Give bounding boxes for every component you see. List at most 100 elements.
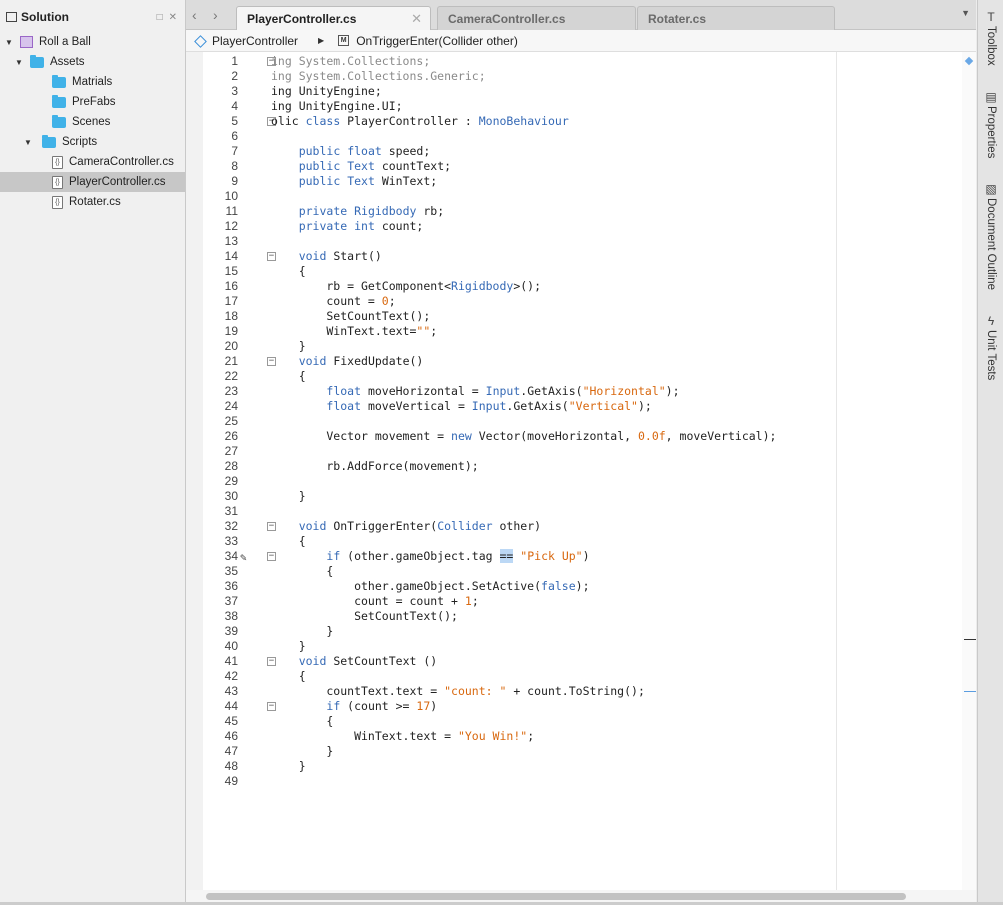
forward-icon[interactable]: › [213, 7, 218, 23]
code-line[interactable]: 23 float moveHorizontal = Input.GetAxis(… [203, 384, 976, 399]
code-line[interactable]: 5− olic class PlayerController : MonoBeha… [203, 114, 976, 129]
tree-item[interactable]: ▼ Assets [0, 52, 185, 72]
back-icon[interactable]: ‹ [192, 7, 197, 23]
lightbulb-icon[interactable]: ✎ [240, 550, 247, 565]
tree-item-label: Matrials [72, 76, 113, 88]
code-line[interactable]: 18 SetCountText(); [203, 309, 976, 324]
code-text: } [271, 759, 306, 773]
tree-item[interactable]: {} CameraController.cs [0, 152, 185, 172]
tab-playercontroller[interactable]: PlayerController.cs ✕ [236, 6, 431, 31]
code-line[interactable]: 11 private Rigidbody rb; [203, 204, 976, 219]
code-line[interactable]: 26 Vector movement = new Vector(moveHori… [203, 429, 976, 444]
properties-icon: ▤ [985, 90, 997, 104]
minimize-pad-icon[interactable]: □ [157, 12, 163, 23]
tree-item-label: PlayerController.cs [69, 176, 166, 188]
tab-dropdown-icon[interactable]: ▼ [961, 8, 970, 18]
code-line[interactable]: 8 public Text countText; [203, 159, 976, 174]
code-text: { [271, 714, 334, 728]
code-line[interactable]: 4 ing UnityEngine.UI; [203, 99, 976, 114]
code-line[interactable]: 47 } [203, 744, 976, 759]
code-line[interactable]: 19 WinText.text=""; [203, 324, 976, 339]
breadcrumb-class[interactable]: PlayerController [212, 34, 298, 48]
code-line[interactable]: 16 rb = GetComponent<Rigidbody>(); [203, 279, 976, 294]
code-line[interactable]: 21− void FixedUpdate() [203, 354, 976, 369]
code-line[interactable]: 28 rb.AddForce(movement); [203, 459, 976, 474]
code-line[interactable]: 38 SetCountText(); [203, 609, 976, 624]
code-line[interactable]: 45 { [203, 714, 976, 729]
code-line[interactable]: 12 private int count; [203, 219, 976, 234]
tab-rotater[interactable]: Rotater.cs [637, 6, 835, 30]
code-line[interactable]: 14− void Start() [203, 249, 976, 264]
scrollbar-thumb[interactable] [206, 893, 906, 900]
folder-icon [52, 114, 66, 128]
code-line[interactable]: 33 { [203, 534, 976, 549]
expand-arrow-icon[interactable]: ▼ [24, 138, 42, 147]
code-line[interactable]: 49 [203, 774, 976, 789]
class-icon [194, 34, 207, 48]
expand-arrow-icon[interactable]: ▼ [4, 38, 14, 47]
tree-item[interactable]: Matrials [0, 72, 185, 92]
code-line[interactable]: 46 WinText.text = "You Win!"; [203, 729, 976, 744]
caret-marker-icon [964, 56, 974, 66]
code-line[interactable]: 36 other.gameObject.SetActive(false); [203, 579, 976, 594]
code-line[interactable]: 31 [203, 504, 976, 519]
line-number: 28 [224, 459, 238, 473]
code-line[interactable]: 15 { [203, 264, 976, 279]
code-line[interactable]: 13 [203, 234, 976, 249]
code-text: } [271, 624, 334, 638]
code-line[interactable]: 44− if (count >= 17) [203, 699, 976, 714]
code-line[interactable]: 6 [203, 129, 976, 144]
tab-cameracontroller[interactable]: CameraController.cs [437, 6, 636, 30]
code-line[interactable]: 48 } [203, 759, 976, 774]
line-number: 26 [224, 429, 238, 443]
unit-tests-pad-button[interactable]: ϟ Unit Tests [981, 314, 1001, 380]
code-line[interactable]: 37 count = count + 1; [203, 594, 976, 609]
code-text: countText.text = "count: " + count.ToStr… [271, 684, 645, 698]
tree-item[interactable]: Scenes [0, 112, 185, 132]
horizontal-scrollbar[interactable] [186, 890, 976, 902]
code-line[interactable]: 34 ✎ − if (other.gameObject.tag == "Pick U… [203, 549, 976, 564]
expand-arrow-icon[interactable]: ▼ [14, 58, 24, 67]
code-line[interactable]: 39 } [203, 624, 976, 639]
code-line[interactable]: 40 } [203, 639, 976, 654]
solution-pad: Solution □ ✕ ▼ Roll a Ball ▼ Assets Matrials… [0, 0, 186, 903]
line-number: 21 [224, 354, 238, 368]
code-text: SetCountText(); [271, 309, 431, 323]
code-line[interactable]: 35 { [203, 564, 976, 579]
code-line[interactable]: 3 ing UnityEngine; [203, 84, 976, 99]
code-line[interactable]: 32− void OnTriggerEnter(Collider other) [203, 519, 976, 534]
properties-pad-button[interactable]: ▤ Properties [981, 90, 1001, 158]
line-number: 18 [224, 309, 238, 323]
tree-item[interactable]: PreFabs [0, 92, 185, 112]
line-number: 5 [231, 114, 238, 128]
code-line[interactable]: 41− void SetCountText () [203, 654, 976, 669]
code-line[interactable]: 24 float moveVertical = Input.GetAxis("V… [203, 399, 976, 414]
code-line[interactable]: 29 [203, 474, 976, 489]
code-line[interactable]: 27 [203, 444, 976, 459]
code-line[interactable]: 30 } [203, 489, 976, 504]
code-line[interactable]: 17 count = 0; [203, 294, 976, 309]
code-line[interactable]: 43 countText.text = "count: " + count.To… [203, 684, 976, 699]
code-editor[interactable]: 1− ing System.Collections; 2 ing System.Col… [186, 52, 976, 890]
tree-item[interactable]: ▼ Scripts [0, 132, 185, 152]
close-pad-icon[interactable]: ✕ [169, 12, 177, 23]
code-line[interactable]: 7 public float speed; [203, 144, 976, 159]
tree-item[interactable]: {} PlayerController.cs [0, 172, 185, 192]
document-outline-pad-button[interactable]: ▧ Document Outline [981, 182, 1001, 290]
code-line[interactable]: 20 } [203, 339, 976, 354]
line-number: 34 [224, 549, 238, 563]
code-line[interactable]: 25 [203, 414, 976, 429]
folder-icon [30, 54, 44, 68]
toolbox-pad-button[interactable]: T Toolbox [981, 10, 1001, 66]
overview-ruler[interactable] [962, 52, 976, 890]
breadcrumb-method[interactable]: OnTriggerEnter(Collider other) [356, 34, 518, 48]
code-line[interactable]: 1− ing System.Collections; [203, 54, 976, 69]
code-line[interactable]: 22 { [203, 369, 976, 384]
code-line[interactable]: 9 public Text WinText; [203, 174, 976, 189]
code-line[interactable]: 10 [203, 189, 976, 204]
code-line[interactable]: 42 { [203, 669, 976, 684]
tree-item[interactable]: ▼ Roll a Ball [0, 32, 185, 52]
close-tab-icon[interactable]: ✕ [411, 11, 422, 27]
code-line[interactable]: 2 ing System.Collections.Generic; [203, 69, 976, 84]
tree-item[interactable]: {} Rotater.cs [0, 192, 185, 212]
